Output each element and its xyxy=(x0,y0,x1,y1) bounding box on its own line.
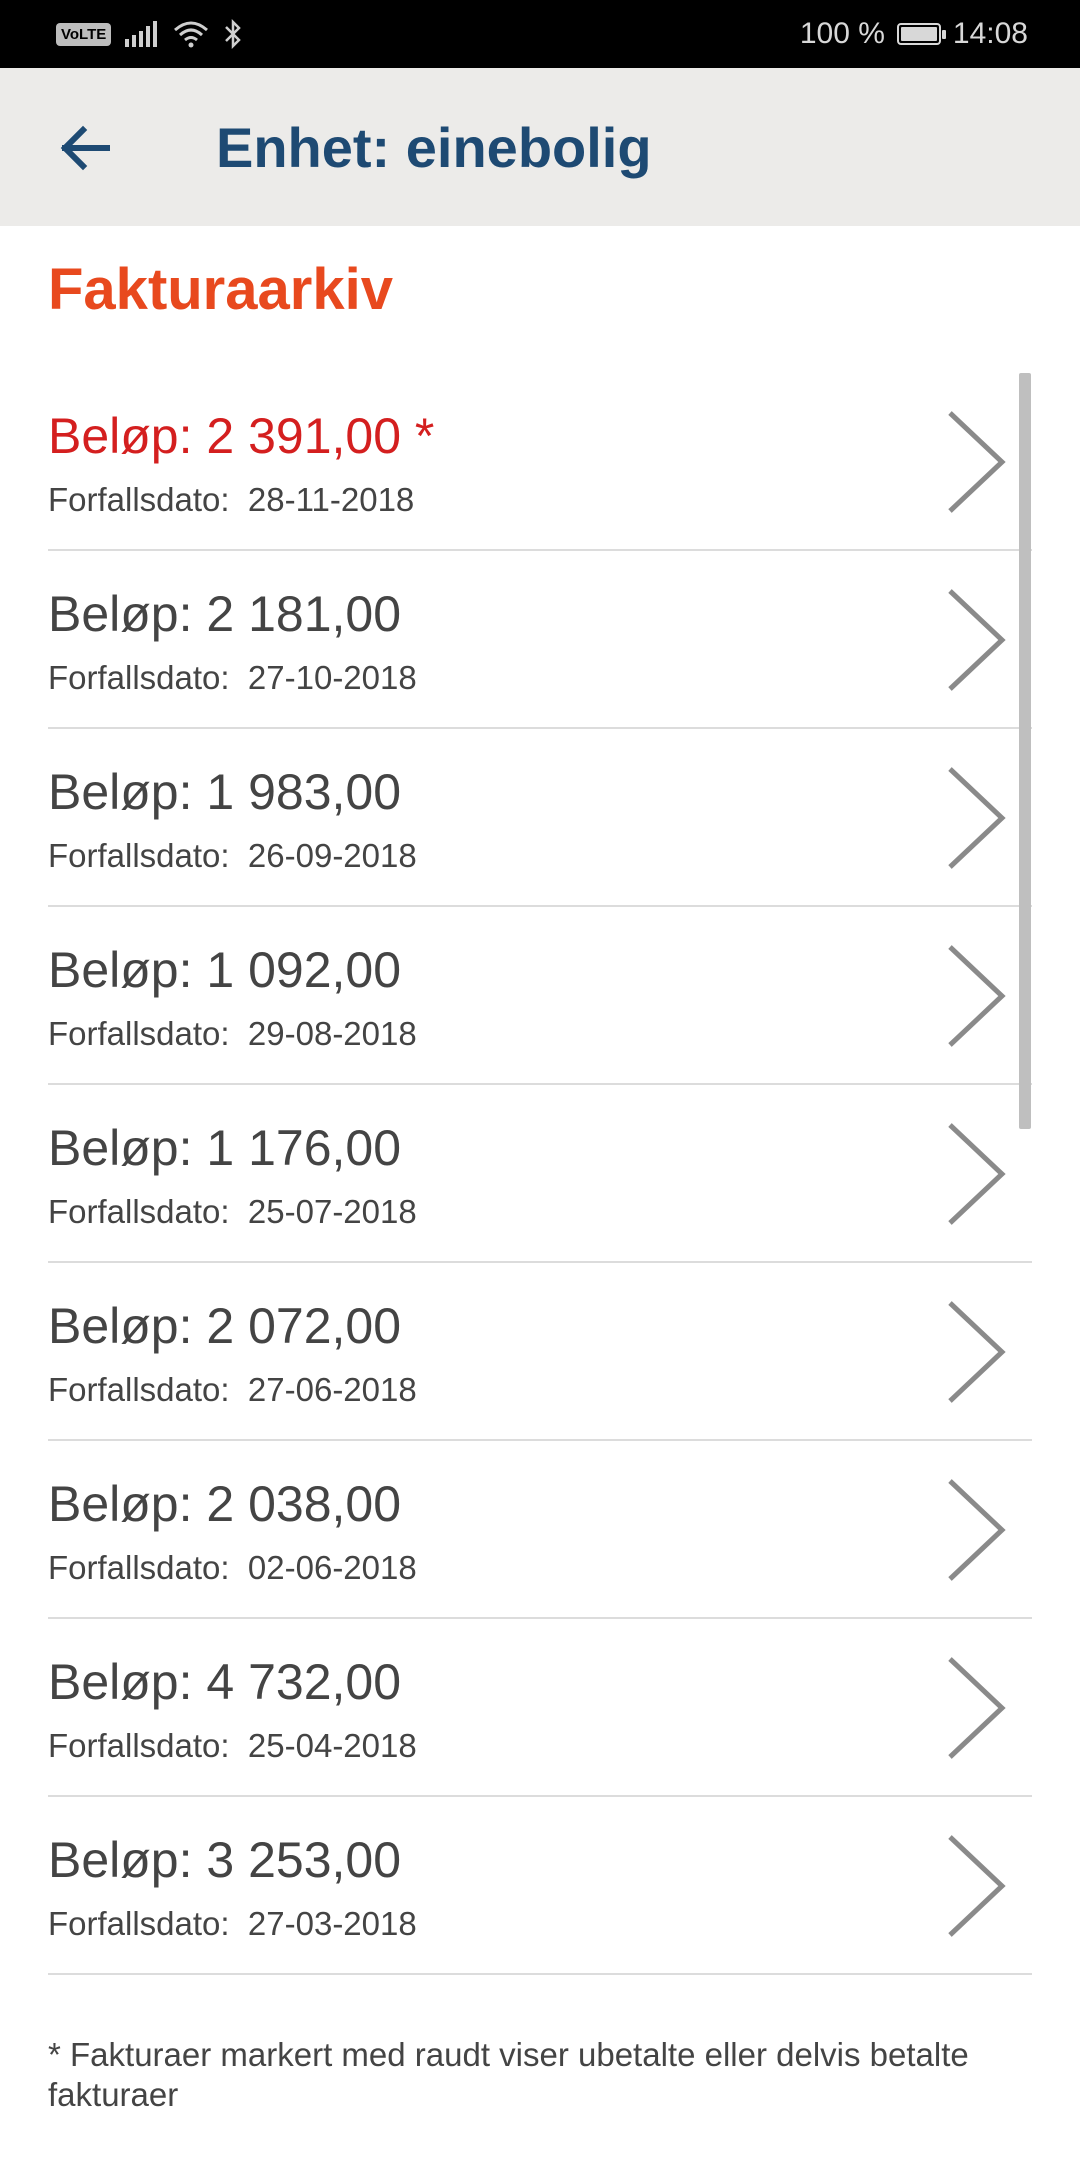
footnote: * Fakturaer markert med raudt viser ubet… xyxy=(48,2036,969,2113)
invoice-due-date: Forfallsdato: 25-07-2018 xyxy=(48,1193,417,1230)
status-bar: VoLTE 100 % 14:08 xyxy=(0,0,1080,68)
invoice-row[interactable]: Beløp: 3 253,00 Forfallsdato: 27-03-2018 xyxy=(48,1797,1032,1975)
chevron-right-icon xyxy=(948,1479,1006,1581)
invoice-due-date: Forfallsdato: 29-08-2018 xyxy=(48,1015,417,1052)
invoice-amount: Beløp: 2 181,00 xyxy=(48,586,402,642)
invoice-amount: Beløp: 2 391,00 * xyxy=(48,408,435,464)
volte-badge: VoLTE xyxy=(56,22,112,46)
chevron-right-icon xyxy=(948,767,1006,869)
invoice-row[interactable]: Beløp: 2 038,00 Forfallsdato: 02-06-2018 xyxy=(48,1441,1032,1619)
scrollbar[interactable] xyxy=(1019,373,1031,1129)
battery-percent: 100 % xyxy=(799,17,885,50)
clock: 14:08 xyxy=(952,17,1028,50)
bluetooth-icon xyxy=(225,19,242,49)
invoice-amount: Beløp: 1 983,00 xyxy=(48,764,402,820)
signal-icon xyxy=(125,21,158,47)
invoice-due-date: Forfallsdato: 02-06-2018 xyxy=(48,1549,417,1586)
invoice-row[interactable]: Beløp: 1 176,00 Forfallsdato: 25-07-2018 xyxy=(48,1085,1032,1263)
section-title: Fakturaarkiv xyxy=(48,257,393,322)
invoice-due-date: Forfallsdato: 27-06-2018 xyxy=(48,1371,417,1408)
invoice-due-date: Forfallsdato: 25-04-2018 xyxy=(48,1727,417,1764)
invoice-due-date: Forfallsdato: 26-09-2018 xyxy=(48,837,417,874)
invoice-row[interactable]: Beløp: 2 391,00 * Forfallsdato: 28-11-20… xyxy=(48,373,1032,551)
invoice-amount: Beløp: 1 176,00 xyxy=(48,1120,402,1176)
back-button[interactable] xyxy=(40,108,130,188)
invoice-row[interactable]: Beløp: 2 072,00 Forfallsdato: 27-06-2018 xyxy=(48,1263,1032,1441)
app-bar: Enhet: einebolig xyxy=(0,68,1080,226)
chevron-right-icon xyxy=(948,1657,1006,1759)
invoice-row[interactable]: Beløp: 4 732,00 Forfallsdato: 25-04-2018 xyxy=(48,1619,1032,1797)
chevron-right-icon xyxy=(948,589,1006,691)
invoice-amount: Beløp: 3 253,00 xyxy=(48,1832,402,1888)
page-title: Enhet: einebolig xyxy=(216,115,652,179)
invoice-list: Beløp: 2 391,00 * Forfallsdato: 28-11-20… xyxy=(48,373,1032,1975)
invoice-row[interactable]: Beløp: 1 092,00 Forfallsdato: 29-08-2018 xyxy=(48,907,1032,1085)
chevron-right-icon xyxy=(948,1123,1006,1225)
status-bar-left: VoLTE xyxy=(56,0,243,68)
chevron-right-icon xyxy=(948,945,1006,1047)
invoice-due-date: Forfallsdato: 28-11-2018 xyxy=(48,481,415,518)
chevron-right-icon xyxy=(948,411,1006,513)
invoice-due-date: Forfallsdato: 27-10-2018 xyxy=(48,659,417,696)
invoice-amount: Beløp: 2 038,00 xyxy=(48,1476,402,1532)
invoice-amount: Beløp: 4 732,00 xyxy=(48,1654,402,1710)
invoice-row[interactable]: Beløp: 1 983,00 Forfallsdato: 26-09-2018 xyxy=(48,729,1032,907)
chevron-right-icon xyxy=(948,1835,1006,1937)
invoice-amount: Beløp: 2 072,00 xyxy=(48,1298,402,1354)
invoice-amount: Beløp: 1 092,00 xyxy=(48,942,402,998)
battery-charging-icon xyxy=(896,23,946,45)
status-bar-right: 100 % 14:08 xyxy=(800,0,1028,68)
wifi-icon xyxy=(174,21,209,48)
arrow-left-icon xyxy=(60,125,110,171)
invoice-row[interactable]: Beløp: 2 181,00 Forfallsdato: 27-10-2018 xyxy=(48,551,1032,729)
invoice-due-date: Forfallsdato: 27-03-2018 xyxy=(48,1905,417,1942)
chevron-right-icon xyxy=(948,1301,1006,1403)
